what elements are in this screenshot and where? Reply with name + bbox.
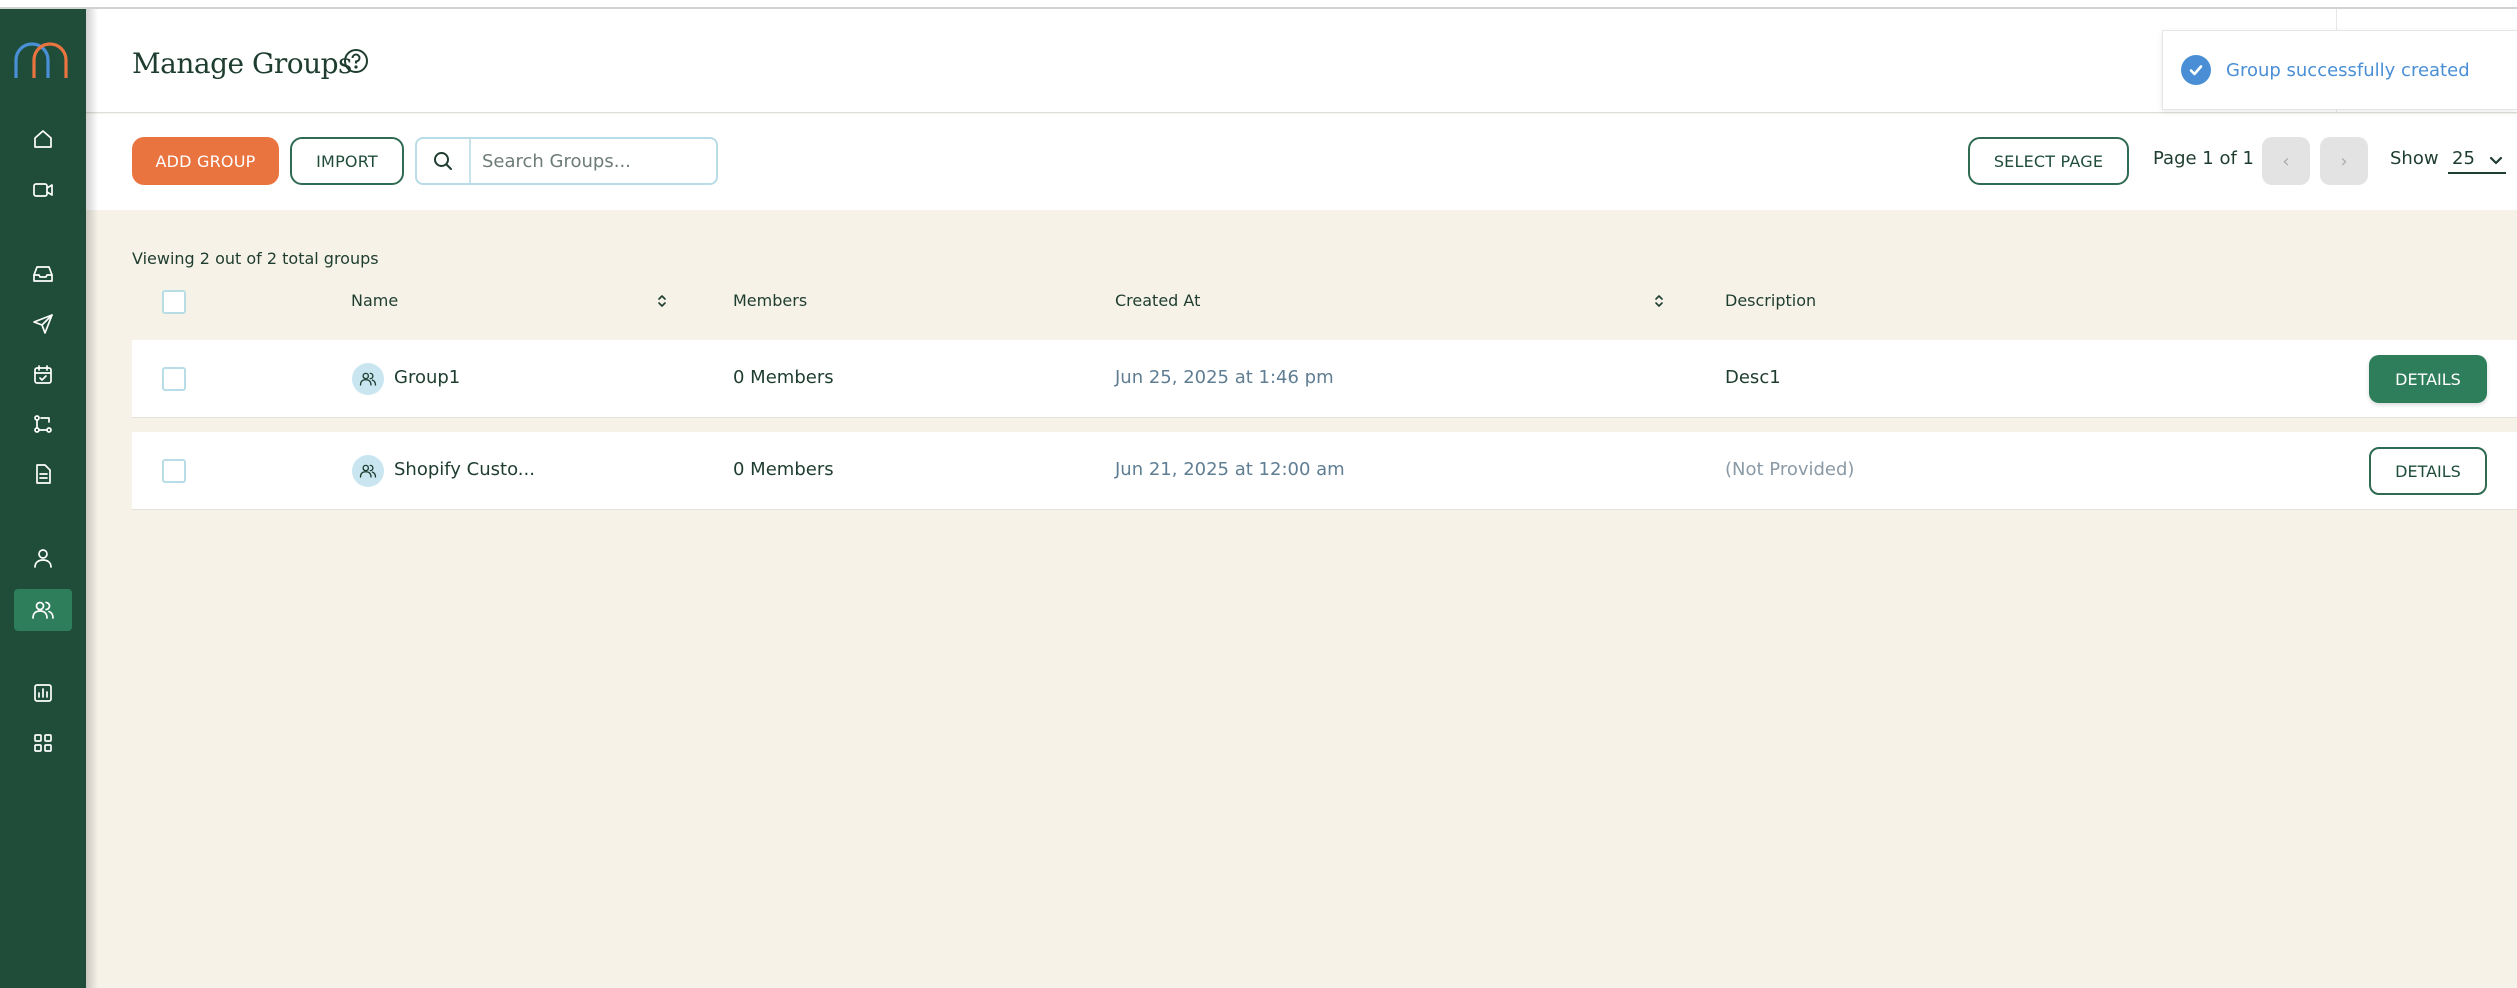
column-header-members: Members xyxy=(733,291,808,310)
select-page-button[interactable]: SELECT PAGE xyxy=(1968,137,2129,185)
inbox-icon xyxy=(33,266,53,282)
sidebar-item-home[interactable] xyxy=(14,118,72,160)
import-button[interactable]: IMPORT xyxy=(290,137,404,185)
column-header-name: Name xyxy=(351,291,399,310)
column-header-created-at: Created At xyxy=(1115,291,1201,310)
details-button[interactable]: DETAILS xyxy=(2369,447,2487,495)
user-icon xyxy=(34,549,52,568)
page-header: Manage Groups xyxy=(86,9,2517,113)
search-icon[interactable] xyxy=(417,139,471,183)
group-avatar-icon xyxy=(352,363,384,395)
sidebar-item-calendar[interactable] xyxy=(14,354,72,396)
sidebar-item-documents[interactable] xyxy=(14,453,72,495)
select-all-checkbox[interactable] xyxy=(162,290,186,314)
details-button[interactable]: DETAILS xyxy=(2369,355,2487,403)
document-icon xyxy=(36,464,51,484)
column-header-description: Description xyxy=(1725,291,1817,310)
row-checkbox[interactable] xyxy=(162,367,186,391)
brand-logo[interactable] xyxy=(12,38,72,82)
chevron-down-icon xyxy=(2489,156,2503,165)
group-created-at: Jun 21, 2025 at 12:00 am xyxy=(1115,459,1345,480)
add-group-button[interactable]: ADD GROUP xyxy=(132,137,279,185)
chart-icon xyxy=(34,684,52,702)
pagination-label: Page 1 of 1 xyxy=(2153,148,2254,169)
sidebar-item-apps[interactable] xyxy=(14,722,72,764)
group-name[interactable]: Shopify Custo... xyxy=(394,459,535,480)
results-summary: Viewing 2 out of 2 total groups xyxy=(132,249,379,268)
sidebar-item-inbox[interactable] xyxy=(14,253,72,295)
group-name[interactable]: Group1 xyxy=(394,367,460,388)
table-header: Name Members Created At Description xyxy=(132,288,2517,318)
help-icon[interactable] xyxy=(342,47,370,75)
sidebar-item-workflows[interactable] xyxy=(14,403,72,445)
group-members: 0 Members xyxy=(733,367,834,388)
home-icon xyxy=(34,130,52,148)
check-circle-icon xyxy=(2181,55,2211,85)
sort-name-icon[interactable] xyxy=(655,292,669,310)
toast-message: Group successfully created xyxy=(2226,59,2470,81)
success-toast[interactable]: Group successfully created xyxy=(2162,30,2517,110)
sidebar-shadow xyxy=(86,0,98,988)
sidebar-item-video[interactable] xyxy=(14,169,72,211)
workflow-icon xyxy=(34,415,52,433)
group-description: Desc1 xyxy=(1725,367,1781,388)
group-members: 0 Members xyxy=(733,459,834,480)
search-box xyxy=(415,137,718,185)
toolbar: ADD GROUP IMPORT SELECT PAGE Page 1 of 1… xyxy=(86,114,2517,210)
calendar-icon xyxy=(34,365,52,384)
search-input[interactable] xyxy=(471,141,716,181)
next-page-button[interactable]: › xyxy=(2320,137,2368,185)
sidebar-item-contacts[interactable] xyxy=(14,537,72,579)
page-size-label: Show xyxy=(2390,148,2439,169)
apps-grid-icon xyxy=(34,734,52,752)
table-row[interactable]: Shopify Custo... 0 Members Jun 21, 2025 … xyxy=(132,432,2517,510)
page-title: Manage Groups xyxy=(132,47,352,80)
window-top-edge xyxy=(0,0,2517,9)
send-icon xyxy=(33,314,53,334)
users-icon xyxy=(32,601,54,619)
group-avatar-icon xyxy=(352,455,384,487)
sidebar-item-send[interactable] xyxy=(14,303,72,345)
video-icon xyxy=(33,183,53,197)
row-checkbox[interactable] xyxy=(162,459,186,483)
group-created-at: Jun 25, 2025 at 1:46 pm xyxy=(1115,367,1334,388)
sort-created-at-icon[interactable] xyxy=(1652,292,1666,310)
group-description: (Not Provided) xyxy=(1725,459,1855,480)
sidebar xyxy=(0,0,86,988)
page-size-value: 25 xyxy=(2452,147,2475,169)
sidebar-item-reports[interactable] xyxy=(14,672,72,714)
sidebar-item-groups[interactable] xyxy=(14,589,72,631)
table-row[interactable]: Group1 0 Members Jun 25, 2025 at 1:46 pm… xyxy=(132,340,2517,418)
previous-page-button[interactable]: ‹ xyxy=(2262,137,2310,185)
page-size-select[interactable]: 25 xyxy=(2448,144,2506,174)
